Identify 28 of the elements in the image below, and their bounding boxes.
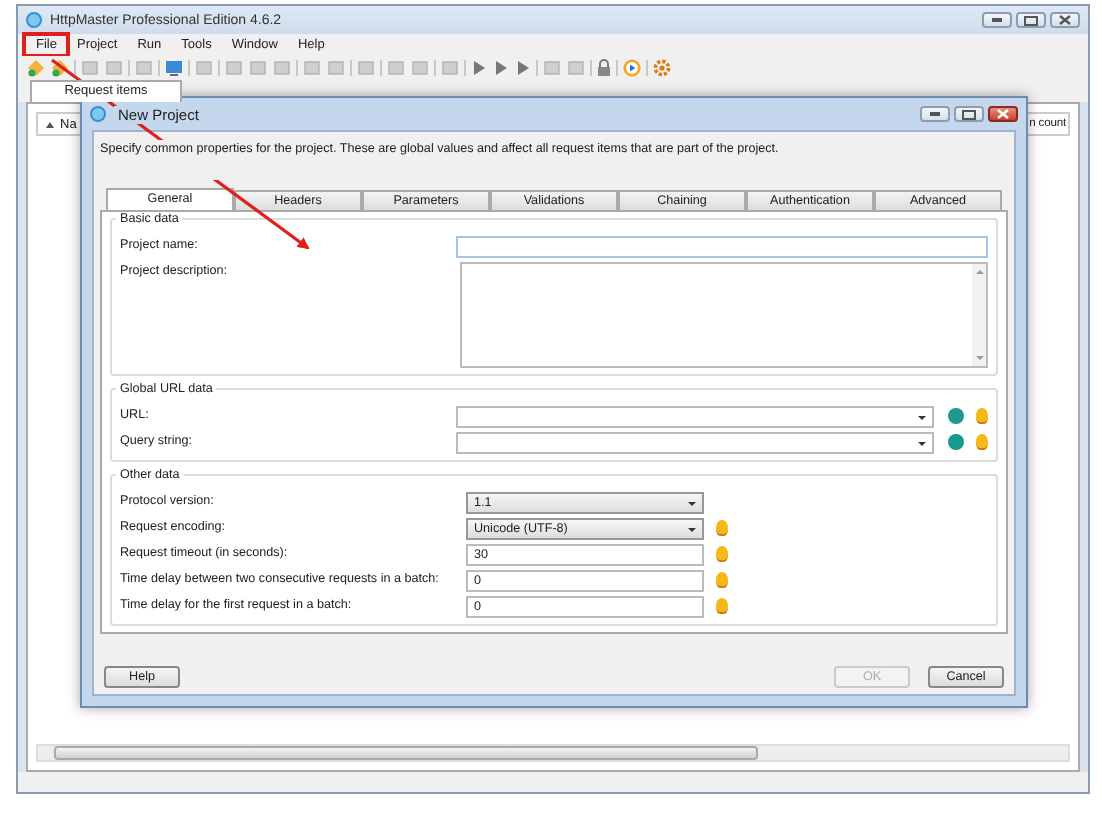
lock-icon[interactable] xyxy=(596,58,612,78)
close-icon xyxy=(996,108,1010,120)
lightbulb-icon[interactable] xyxy=(716,572,728,588)
horizontal-scrollbar[interactable] xyxy=(36,744,1070,762)
close-icon xyxy=(1058,14,1072,26)
play-circle-icon[interactable] xyxy=(622,58,642,78)
combo-box[interactable] xyxy=(456,432,935,454)
lightbulb-icon[interactable] xyxy=(716,546,728,562)
minimize-button[interactable] xyxy=(920,106,950,122)
close-button[interactable] xyxy=(1050,12,1080,28)
lightbulb-icon[interactable] xyxy=(716,520,728,536)
app-icon xyxy=(26,12,42,28)
monitor-icon[interactable] xyxy=(164,58,184,78)
text-area[interactable] xyxy=(459,262,988,368)
maximize-button[interactable] xyxy=(1016,12,1046,28)
app-icon xyxy=(90,106,106,122)
close-button[interactable] xyxy=(988,106,1018,122)
vertical-scrollbar[interactable] xyxy=(972,264,986,366)
gear-icon[interactable] xyxy=(652,58,672,78)
lightbulb-icon[interactable] xyxy=(716,598,728,614)
input-field[interactable] xyxy=(456,236,988,258)
minus-circle-icon[interactable] xyxy=(948,408,965,424)
maximize-button[interactable] xyxy=(954,106,984,122)
lightbulb-icon[interactable] xyxy=(976,408,988,424)
combo-box[interactable] xyxy=(456,406,935,428)
minus-circle-icon[interactable] xyxy=(948,434,965,450)
minimize-button[interactable] xyxy=(982,12,1012,28)
lightbulb-icon[interactable] xyxy=(976,434,988,450)
